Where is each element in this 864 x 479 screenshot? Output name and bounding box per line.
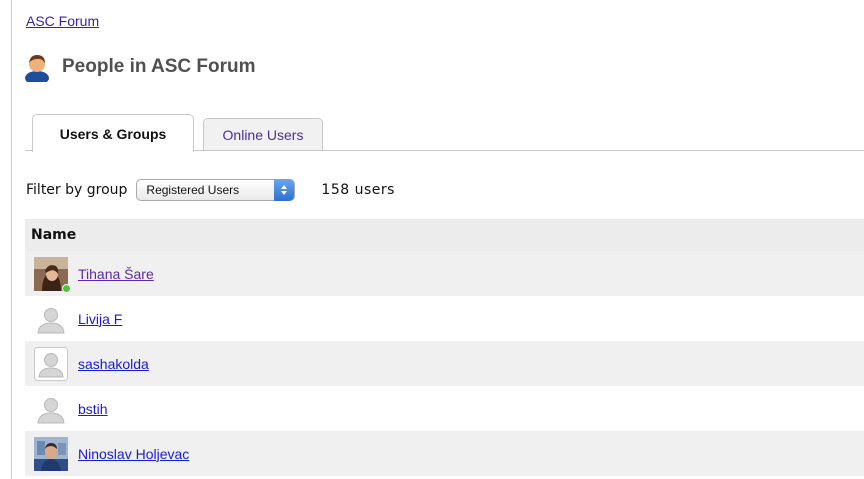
tab-users-groups[interactable]: Users & Groups	[32, 114, 194, 152]
group-filter-value: Registered Users	[146, 183, 240, 197]
breadcrumb-asc-forum[interactable]: ASC Forum	[26, 13, 99, 29]
table-row: bstih	[25, 386, 864, 431]
person-icon	[22, 52, 52, 85]
photo-avatar[interactable]	[34, 436, 68, 471]
tab-online-users[interactable]: Online Users	[203, 118, 323, 151]
table-row: Tihana Šare	[25, 251, 864, 296]
page-header: People in ASC Forum	[22, 52, 256, 85]
user-link[interactable]: Ninoslav Holjevac	[78, 446, 189, 462]
user-link[interactable]: bstih	[78, 401, 108, 417]
group-filter-select[interactable]: Registered Users	[136, 179, 296, 201]
select-stepper-icon	[274, 179, 295, 201]
column-header-name[interactable]: Name	[25, 219, 864, 251]
filter-label: Filter by group	[26, 182, 128, 198]
default-avatar-icon[interactable]	[34, 392, 68, 426]
table-row: Ninoslav Holjevac	[25, 431, 864, 476]
filter-row: Filter by group Registered Users 158 use…	[26, 179, 395, 201]
left-border	[11, 0, 12, 479]
user-link[interactable]: Livija F	[78, 311, 122, 327]
users-table: Name Tihana Šare Livija F sashakolda bst…	[25, 219, 864, 476]
user-link[interactable]: Tihana Šare	[78, 266, 154, 282]
online-status-icon	[62, 283, 71, 293]
table-row: sashakolda	[25, 341, 864, 386]
user-count: 158 users	[321, 182, 395, 198]
table-row: Livija F	[25, 296, 864, 341]
photo-avatar[interactable]	[34, 256, 71, 293]
default-avatar-icon[interactable]	[34, 346, 68, 381]
user-link[interactable]: sashakolda	[78, 356, 149, 372]
people-page: ASC Forum People in ASC Forum Users & Gr…	[0, 0, 864, 479]
page-title: People in ASC Forum	[62, 56, 256, 77]
default-avatar-icon[interactable]	[34, 302, 68, 336]
